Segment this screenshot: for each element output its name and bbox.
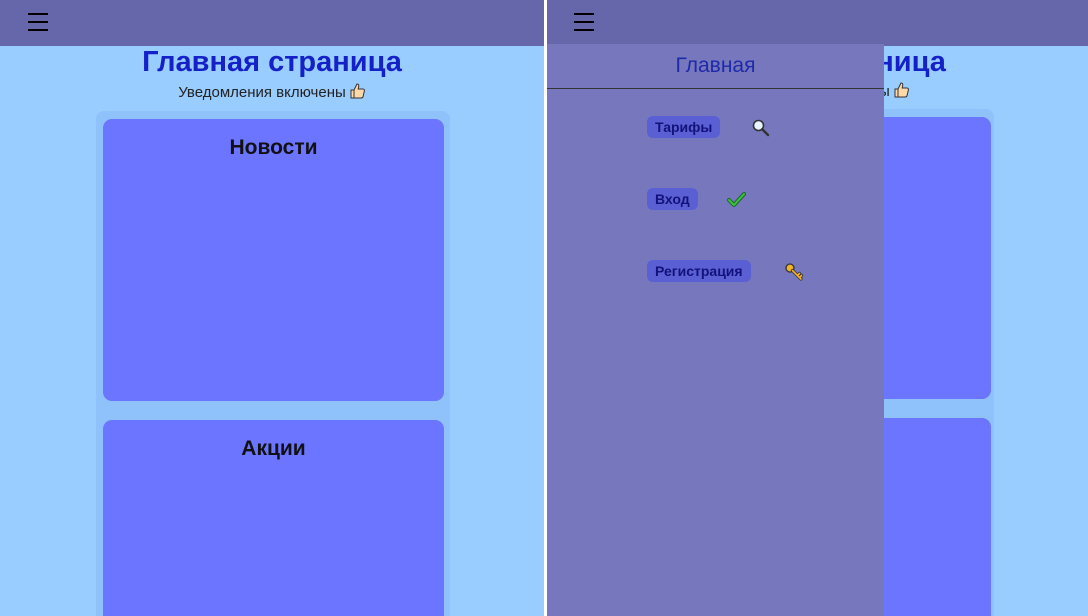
menu-item-label: Тарифы	[647, 116, 721, 138]
menu-item-login[interactable]: Вход	[647, 188, 746, 210]
thumbs-up-icon	[893, 81, 910, 102]
menu-item-label: Регистрация	[647, 260, 751, 282]
top-bar	[547, 0, 1088, 46]
menu-item-tariffs[interactable]: Тарифы	[647, 116, 770, 138]
drawer-divider	[547, 88, 884, 89]
drawer-title[interactable]: Главная	[547, 54, 884, 78]
checkmark-icon	[727, 190, 746, 214]
page-title: Главная страница	[142, 46, 402, 78]
magnifier-icon	[751, 118, 770, 142]
nav-drawer: Главная Тарифы Вход Регистрация	[547, 44, 884, 616]
notification-status-text: Уведомления включены	[178, 84, 346, 101]
hamburger-menu-icon[interactable]	[28, 12, 48, 32]
hamburger-menu-icon[interactable]	[574, 12, 594, 32]
menu-open-view: Главная страница Уведомления включены Но…	[547, 0, 1088, 616]
top-bar	[0, 0, 544, 46]
promotions-card-title: Акции	[241, 437, 306, 460]
news-card-title: Новости	[229, 136, 318, 159]
key-icon	[784, 262, 804, 287]
menu-item-label: Вход	[647, 188, 698, 210]
menu-item-registration[interactable]: Регистрация	[647, 260, 804, 282]
notification-status: Уведомления включены	[0, 82, 544, 103]
main-page-view: Главная страница Уведомления включены Но…	[0, 0, 544, 616]
news-card[interactable]: Новости	[103, 119, 444, 401]
promotions-card[interactable]: Акции	[103, 420, 444, 616]
thumbs-up-icon	[349, 82, 366, 103]
